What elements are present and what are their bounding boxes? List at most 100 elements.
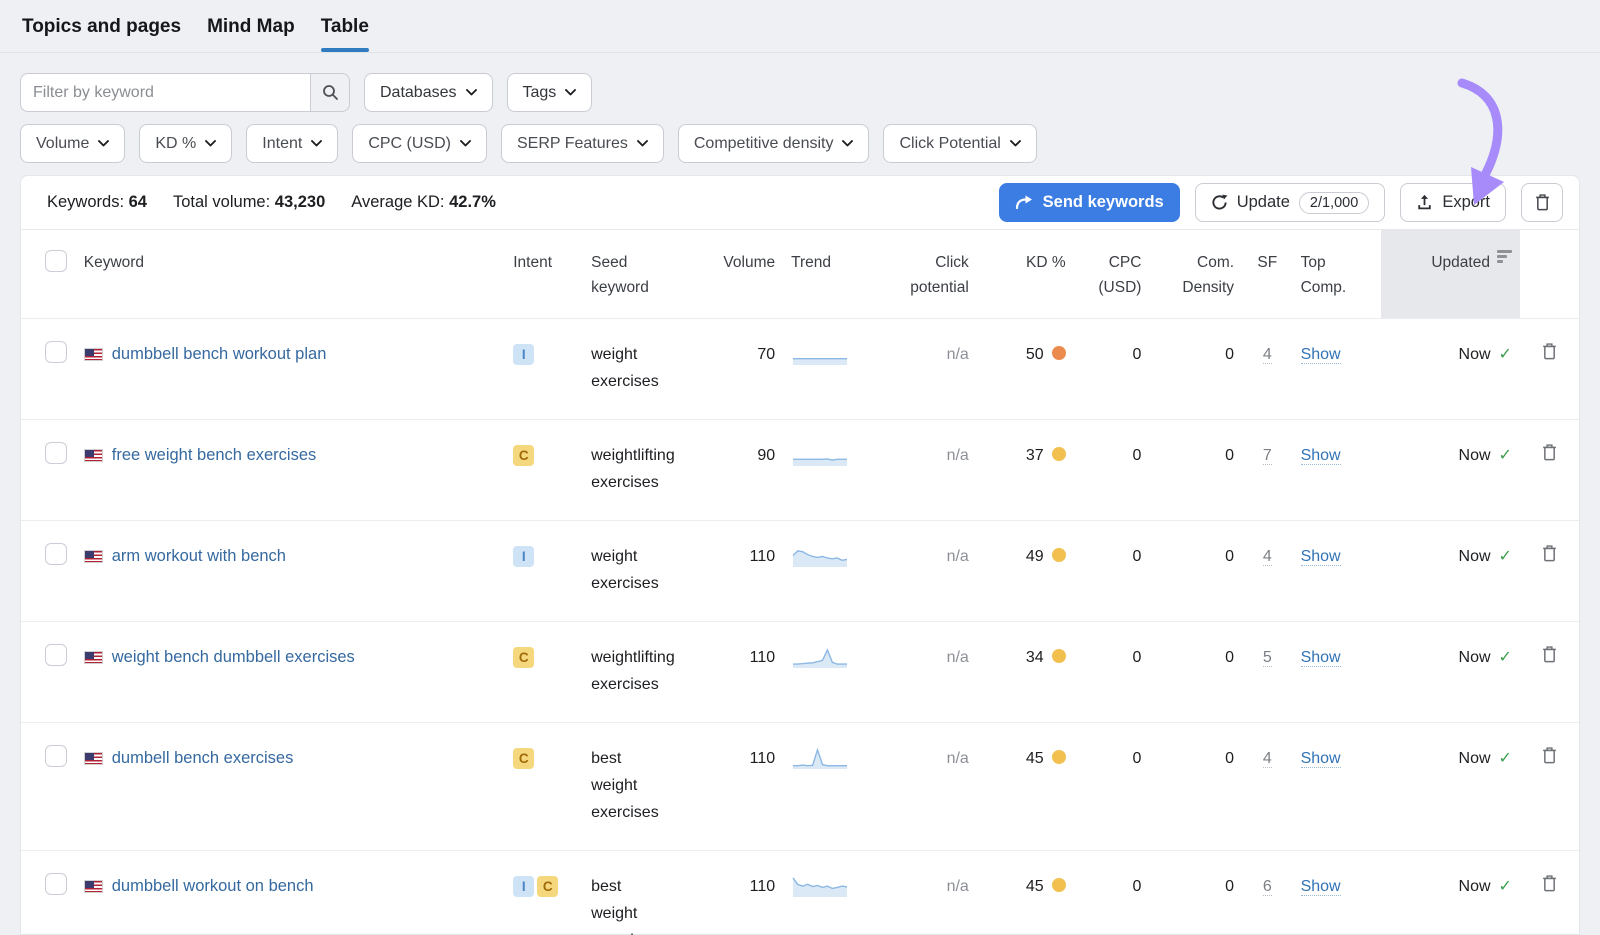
volume-value: 110: [701, 851, 783, 935]
competitive-density-filter-dropdown[interactable]: Competitive density: [678, 124, 870, 163]
col-header-com-density[interactable]: Com. Density: [1149, 230, 1242, 319]
serp-features-count[interactable]: 4: [1263, 750, 1272, 768]
row-checkbox[interactable]: [45, 442, 67, 464]
chevron-down-icon: [842, 140, 853, 147]
top-competitors-show-link[interactable]: Show: [1301, 878, 1341, 896]
intent-badge[interactable]: I: [513, 876, 534, 897]
col-header-sf[interactable]: SF: [1242, 230, 1293, 319]
row-checkbox[interactable]: [45, 745, 67, 767]
competitive-density-filter-label: Competitive density: [694, 135, 834, 153]
col-header-cpc[interactable]: CPC (USD): [1074, 230, 1150, 319]
search-button[interactable]: [310, 73, 350, 112]
view-tabs: Topics and pages Mind Map Table: [0, 0, 1600, 53]
tab-mind-map[interactable]: Mind Map: [207, 16, 295, 52]
kd-filter-dropdown[interactable]: KD %: [139, 124, 232, 163]
row-checkbox[interactable]: [45, 873, 67, 895]
intent-badge[interactable]: C: [513, 647, 534, 668]
tab-topics-and-pages[interactable]: Topics and pages: [22, 16, 181, 52]
col-header-seed-keyword[interactable]: Seed keyword: [583, 230, 701, 319]
select-all-checkbox[interactable]: [45, 250, 67, 272]
kd-value: 45: [1026, 750, 1044, 767]
col-header-volume[interactable]: Volume: [701, 230, 783, 319]
update-label: Update: [1237, 193, 1290, 212]
delete-keyword-button[interactable]: [1540, 341, 1559, 365]
kd-level-dot: [1052, 750, 1066, 764]
col-header-trend: Trend: [783, 230, 880, 319]
cpc-value: 0: [1074, 420, 1150, 521]
intent-badge[interactable]: C: [513, 748, 534, 769]
serp-features-count[interactable]: 4: [1263, 548, 1272, 566]
top-competitors-show-link[interactable]: Show: [1301, 750, 1341, 768]
keyword-filter-input[interactable]: [20, 73, 310, 112]
serp-features-count[interactable]: 6: [1263, 878, 1272, 896]
top-competitors-show-link[interactable]: Show: [1301, 447, 1341, 465]
trash-icon: [1535, 194, 1550, 211]
kd-value: 37: [1026, 447, 1044, 464]
intent-badge[interactable]: I: [513, 344, 534, 365]
intent-filter-dropdown[interactable]: Intent: [246, 124, 338, 163]
click-potential-value: n/a: [947, 878, 969, 895]
row-checkbox[interactable]: [45, 543, 67, 565]
send-keywords-button[interactable]: Send keywords: [999, 183, 1180, 222]
intent-badge[interactable]: C: [513, 445, 534, 466]
databases-dropdown-label: Databases: [380, 84, 457, 102]
delete-selected-button[interactable]: [1521, 183, 1563, 222]
table-header-row: Keyword Intent Seed keyword Volume Trend…: [21, 230, 1579, 319]
delete-keyword-button[interactable]: [1540, 442, 1559, 466]
top-competitors-show-link[interactable]: Show: [1301, 649, 1341, 667]
keyword-link[interactable]: weight bench dumbbell exercises: [112, 644, 355, 671]
cpc-filter-dropdown[interactable]: CPC (USD): [352, 124, 487, 163]
keyword-link[interactable]: dumbbell bench workout plan: [112, 341, 327, 368]
us-flag-icon: [84, 348, 103, 361]
updated-check-icon: ✓: [1499, 649, 1512, 666]
click-potential-filter-dropdown[interactable]: Click Potential: [883, 124, 1036, 163]
databases-dropdown[interactable]: Databases: [364, 73, 493, 112]
volume-filter-dropdown[interactable]: Volume: [20, 124, 125, 163]
serp-features-filter-dropdown[interactable]: SERP Features: [501, 124, 664, 163]
seed-keyword: best weight exercises: [591, 873, 665, 935]
serp-features-count[interactable]: 4: [1263, 346, 1272, 364]
top-competitors-show-link[interactable]: Show: [1301, 548, 1341, 566]
col-header-keyword[interactable]: Keyword: [76, 230, 506, 319]
keyword-link[interactable]: dumbell bench exercises: [112, 745, 294, 772]
col-header-top-comp[interactable]: Top Comp.: [1293, 230, 1381, 319]
keyword-link[interactable]: arm workout with bench: [112, 543, 286, 570]
serp-features-count[interactable]: 5: [1263, 649, 1272, 667]
col-header-kd[interactable]: KD %: [977, 230, 1074, 319]
volume-value: 110: [701, 723, 783, 851]
export-button[interactable]: Export: [1400, 183, 1506, 222]
us-flag-icon: [84, 752, 103, 765]
row-checkbox[interactable]: [45, 644, 67, 666]
keyword-link[interactable]: free weight bench exercises: [112, 442, 317, 469]
keyword-link[interactable]: dumbbell workout on bench: [112, 873, 314, 900]
trend-sparkline: [791, 873, 849, 908]
intent-badge[interactable]: C: [537, 876, 558, 897]
delete-keyword-button[interactable]: [1540, 745, 1559, 769]
keywords-table-card: Keywords: 64 Total volume: 43,230 Averag…: [20, 175, 1580, 935]
serp-features-count[interactable]: 7: [1263, 447, 1272, 465]
cpc-value: 0: [1074, 851, 1150, 935]
delete-keyword-button[interactable]: [1540, 873, 1559, 897]
top-competitors-show-link[interactable]: Show: [1301, 346, 1341, 364]
col-header-intent[interactable]: Intent: [505, 230, 583, 319]
col-header-click-potential[interactable]: Click potential: [880, 230, 977, 319]
delete-keyword-button[interactable]: [1540, 543, 1559, 567]
click-potential-value: n/a: [947, 548, 969, 565]
tab-table[interactable]: Table: [321, 16, 369, 52]
search-icon: [322, 84, 339, 101]
row-checkbox[interactable]: [45, 341, 67, 363]
kd-value: 50: [1026, 346, 1044, 363]
tags-dropdown[interactable]: Tags: [507, 73, 593, 112]
update-button[interactable]: Update 2/1,000: [1195, 183, 1386, 222]
updated-value: Now: [1459, 649, 1491, 666]
com-density-value: 0: [1149, 521, 1242, 622]
delete-keyword-button[interactable]: [1540, 644, 1559, 668]
updated-value: Now: [1459, 346, 1491, 363]
intent-badge[interactable]: I: [513, 546, 534, 567]
seed-keyword: weight exercises: [591, 543, 665, 597]
updated-header-label: Updated: [1431, 254, 1490, 271]
send-keywords-label: Send keywords: [1043, 193, 1164, 212]
col-header-updated[interactable]: Updated: [1381, 230, 1520, 319]
updated-value: Now: [1459, 750, 1491, 767]
trend-sparkline: [791, 341, 849, 376]
